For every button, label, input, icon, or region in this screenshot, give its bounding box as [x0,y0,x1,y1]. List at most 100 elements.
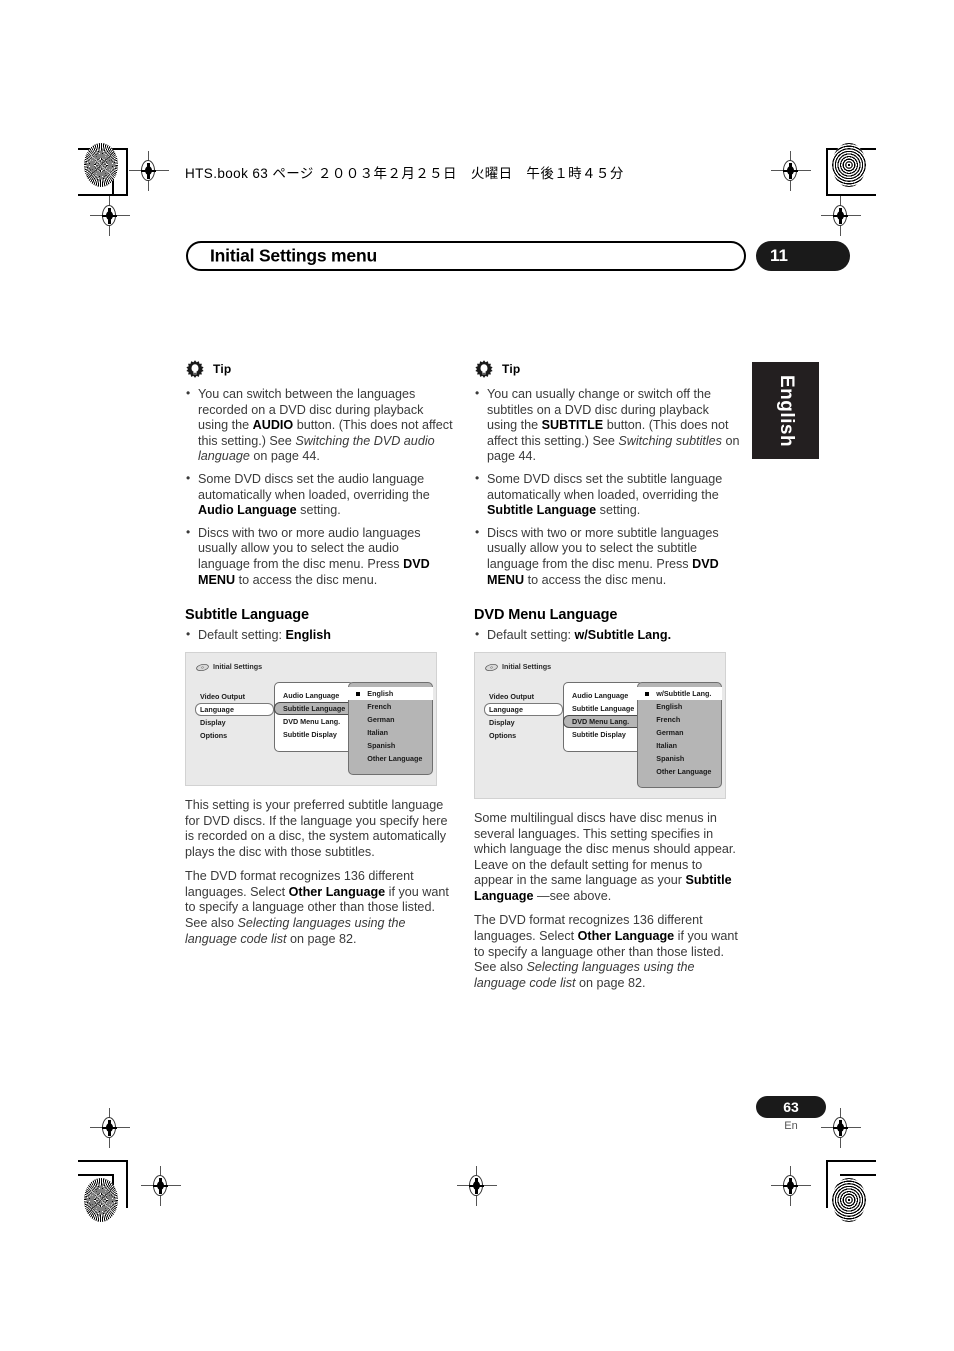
osd-menu-item[interactable]: Options [196,729,274,742]
body-paragraph: This setting is your preferred subtitle … [185,797,448,859]
osd-menu-item[interactable]: German [349,713,432,726]
tip-header-left: Tip [185,360,453,380]
tip-bullet-list-right: You can usually change or switch off the… [474,386,742,588]
language-side-tab: English [752,362,819,459]
crop-mark-top-right-h2 [826,194,876,196]
moire-target-top-right [832,143,866,187]
registration-mark-left-lower [90,1108,130,1148]
default-setting-value: English [285,627,331,642]
osd-category-column: Video Output Language Display Options [484,682,563,742]
list-item: Some DVD discs set the audio language au… [185,471,453,519]
osd-menu-item[interactable]: Spanish [638,752,721,765]
list-item: Discs with two or more subtitle language… [474,525,742,588]
section-heading-dvd-menu-language: DVD Menu Language [474,607,618,624]
tip-bulb-icon [475,360,493,378]
chapter-number-badge: 11 [756,241,850,271]
page-number-badge: 63 [756,1096,826,1118]
section-heading-subtitle-language: Subtitle Language [185,607,309,624]
list-item: You can switch between the languages rec… [185,386,453,465]
default-setting-left: Default setting: English [185,627,453,644]
tip-bulb-icon [186,360,204,378]
body-paragraph: The DVD format recognizes 136 different … [474,913,738,990]
crop-mark-bottom-right-v [826,1160,828,1208]
tip-bullet-text: Some DVD discs set the audio language au… [198,471,430,518]
registration-mark-bottom-center [457,1166,497,1206]
moire-target-top-left [84,143,118,187]
osd-setting-column: Audio Language Subtitle Language DVD Menu … [563,681,644,752]
crop-mark-bottom-left-v [126,1160,128,1208]
osd-menu-item[interactable]: DVD Menu Lang. [563,714,644,728]
osd-title-bar: Initial Settings [186,653,436,675]
tip-bullet-text: Some DVD discs set the subtitle language… [487,471,723,518]
body-paragraph: Some multilingual discs have disc menus … [474,810,736,903]
body-paragraph: The DVD format recognizes 136 different … [185,869,449,946]
osd-menu-item[interactable]: Video Output [485,690,563,703]
osd-category-column: Video Output Language Display Options [195,682,274,742]
osd-menu-item[interactable]: Subtitle Display [564,728,642,741]
registration-mark-bottom-right [771,1166,811,1206]
osd-menu-item[interactable]: French [638,713,721,726]
osd-menu-item[interactable]: Subtitle Language [274,701,355,715]
osd-menu-item[interactable]: Video Output [196,690,274,703]
registration-mark-bottom-left [141,1166,181,1206]
moire-target-bottom-right [832,1178,866,1222]
osd-title-label: Initial Settings [502,662,552,672]
default-setting-prefix: Default setting: [198,627,286,642]
registration-mark-top-right [771,151,811,191]
osd-menu-screenshot-dvd-menu-language: Initial Settings Video Output Language Dis… [474,652,726,799]
osd-menu-item[interactable]: Subtitle Display [275,728,353,741]
default-setting-prefix: Default setting: [487,627,575,642]
left-column: Tip You can switch between the languages… [185,360,453,947]
tip-header-right: Tip [474,360,742,380]
registration-mark-top-left [129,151,169,191]
tip-label-right: Tip [502,362,521,377]
osd-menu-item[interactable]: English [348,686,434,700]
default-setting-right: Default setting: w/Subtitle Lang. [474,627,742,644]
page-language-code: En [784,1120,798,1132]
registration-mark-left-upper [90,196,130,236]
crop-mark-bottom-right-h [826,1160,876,1162]
osd-menu-item[interactable]: German [638,726,721,739]
osd-menu-item[interactable]: Spanish [349,739,432,752]
osd-menu-item[interactable]: English [638,700,721,713]
tip-bullet-list-left: You can switch between the languages rec… [185,386,453,588]
osd-menu-item[interactable]: Display [485,716,563,729]
osd-menu-item[interactable]: Other Language [349,752,432,765]
tip-bullet-text: Discs with two or more subtitle language… [487,525,719,587]
osd-menu-item[interactable]: Italian [638,739,721,752]
disc-icon [196,663,209,671]
crop-mark-top-right-v [826,148,828,196]
osd-menu-item[interactable]: DVD Menu Lang. [275,715,353,728]
language-side-tab-label: English [775,374,797,447]
osd-menu-item[interactable]: Language [195,702,274,716]
crop-mark-bottom-left-h2 [78,1174,114,1176]
crop-mark-bottom-right-h2 [840,1174,876,1176]
osd-menu-item[interactable]: Other Language [638,765,721,778]
osd-columns: Video Output Language Display Options Audio… [475,675,725,798]
osd-menu-item[interactable]: Language [484,702,563,716]
list-item: You can usually change or switch off the… [474,386,742,465]
osd-option-column: English French German Italian Spanish Other L… [348,681,434,775]
list-item: Some DVD discs set the subtitle language… [474,471,742,519]
registration-mark-right-lower [821,1108,861,1148]
moire-target-bottom-left [84,1178,118,1222]
osd-menu-item[interactable]: w/Subtitle Lang. [637,686,723,700]
tip-label-left: Tip [213,362,232,377]
osd-columns: Video Output Language Display Options Audio… [186,675,436,785]
default-setting-value: w/Subtitle Lang. [574,627,672,642]
osd-option-column: w/Subtitle Lang. English French German Itali… [637,681,723,788]
osd-menu-item[interactable]: French [349,700,432,713]
osd-menu-item[interactable]: Italian [349,726,432,739]
tip-bullet-text: You can switch between the languages rec… [198,387,453,464]
chapter-title-bar: Initial Settings menu [186,241,746,271]
osd-menu-item[interactable]: Options [485,729,563,742]
osd-menu-item[interactable]: Display [196,716,274,729]
osd-menu-item[interactable]: Audio Language [275,689,353,702]
osd-menu-item[interactable]: Subtitle Language [564,702,642,715]
tip-bullet-text: Discs with two or more audio languages u… [198,525,430,587]
disc-icon [485,663,498,671]
crop-mark-top-left-v [126,148,128,196]
crop-mark-top-left-h2 [78,194,128,196]
osd-menu-item[interactable]: Audio Language [564,689,642,702]
osd-setting-column: Audio Language Subtitle Language DVD Menu … [274,681,355,752]
